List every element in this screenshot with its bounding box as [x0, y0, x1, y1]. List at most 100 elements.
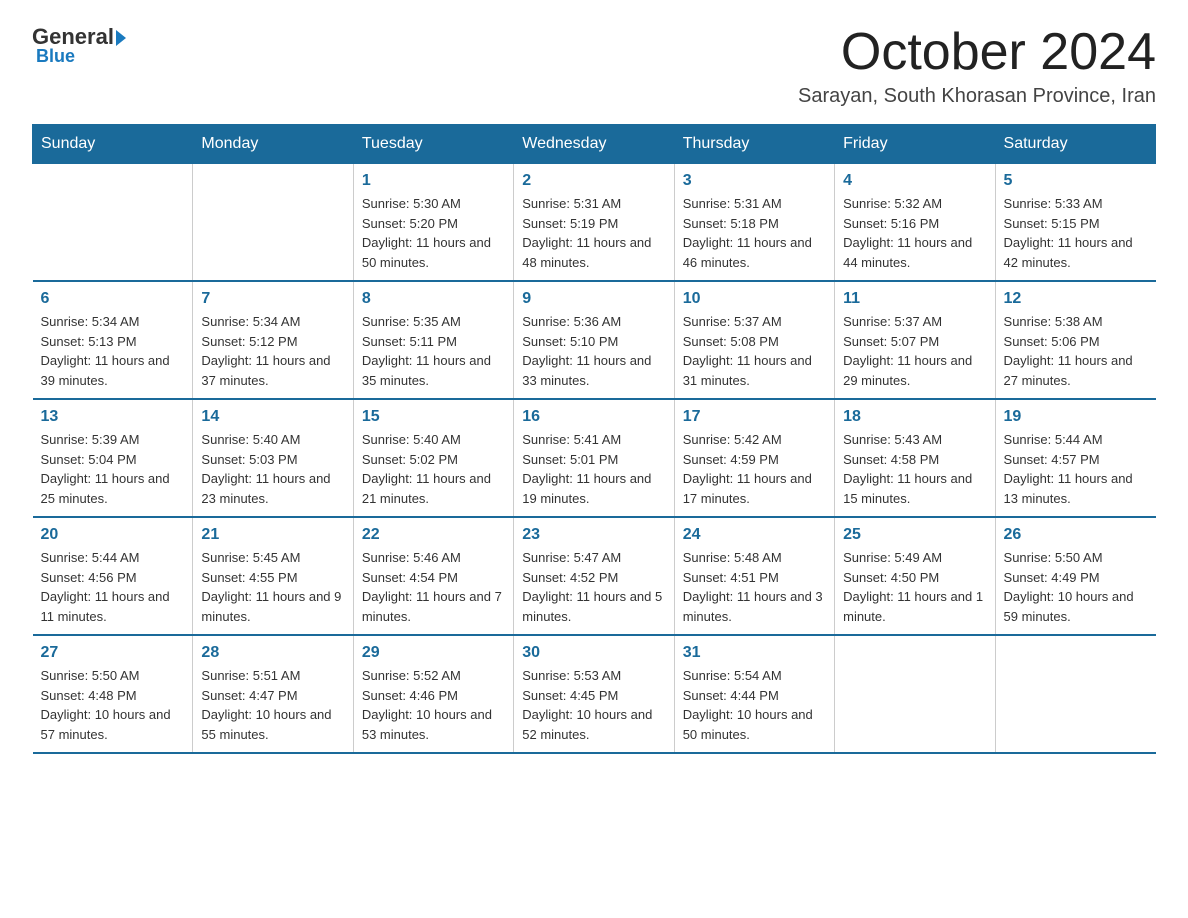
calendar-cell: 29 Sunrise: 5:52 AM Sunset: 4:46 PM Dayl… [353, 635, 513, 753]
calendar-cell: 22 Sunrise: 5:46 AM Sunset: 4:54 PM Dayl… [353, 517, 513, 635]
calendar-week-row: 1 Sunrise: 5:30 AM Sunset: 5:20 PM Dayli… [33, 164, 1156, 282]
calendar-cell: 3 Sunrise: 5:31 AM Sunset: 5:18 PM Dayli… [674, 164, 834, 282]
calendar-cell: 19 Sunrise: 5:44 AM Sunset: 4:57 PM Dayl… [995, 399, 1155, 517]
logo: General Blue [32, 24, 126, 67]
page-header: General Blue October 2024 Sarayan, South… [32, 24, 1156, 108]
calendar-cell [193, 164, 353, 282]
calendar-cell: 4 Sunrise: 5:32 AM Sunset: 5:16 PM Dayli… [835, 164, 995, 282]
day-number: 21 [201, 526, 344, 544]
day-info: Sunrise: 5:45 AM Sunset: 4:55 PM Dayligh… [201, 548, 344, 626]
weekday-header-thursday: Thursday [674, 125, 834, 164]
calendar-cell: 9 Sunrise: 5:36 AM Sunset: 5:10 PM Dayli… [514, 281, 674, 399]
day-number: 18 [843, 408, 986, 426]
calendar-cell [835, 635, 995, 753]
day-number: 22 [362, 526, 505, 544]
calendar-cell: 7 Sunrise: 5:34 AM Sunset: 5:12 PM Dayli… [193, 281, 353, 399]
day-info: Sunrise: 5:31 AM Sunset: 5:19 PM Dayligh… [522, 194, 665, 272]
day-info: Sunrise: 5:46 AM Sunset: 4:54 PM Dayligh… [362, 548, 505, 626]
day-info: Sunrise: 5:42 AM Sunset: 4:59 PM Dayligh… [683, 430, 826, 508]
day-info: Sunrise: 5:40 AM Sunset: 5:02 PM Dayligh… [362, 430, 505, 508]
day-info: Sunrise: 5:54 AM Sunset: 4:44 PM Dayligh… [683, 666, 826, 744]
day-info: Sunrise: 5:30 AM Sunset: 5:20 PM Dayligh… [362, 194, 505, 272]
day-number: 4 [843, 172, 986, 190]
calendar-week-row: 20 Sunrise: 5:44 AM Sunset: 4:56 PM Dayl… [33, 517, 1156, 635]
calendar-cell: 27 Sunrise: 5:50 AM Sunset: 4:48 PM Dayl… [33, 635, 193, 753]
day-number: 24 [683, 526, 826, 544]
day-number: 29 [362, 644, 505, 662]
day-number: 13 [41, 408, 185, 426]
calendar-cell: 31 Sunrise: 5:54 AM Sunset: 4:44 PM Dayl… [674, 635, 834, 753]
day-number: 23 [522, 526, 665, 544]
calendar-cell: 23 Sunrise: 5:47 AM Sunset: 4:52 PM Dayl… [514, 517, 674, 635]
day-info: Sunrise: 5:49 AM Sunset: 4:50 PM Dayligh… [843, 548, 986, 626]
day-number: 11 [843, 290, 986, 308]
calendar-week-row: 6 Sunrise: 5:34 AM Sunset: 5:13 PM Dayli… [33, 281, 1156, 399]
logo-arrow-icon [116, 30, 126, 46]
day-info: Sunrise: 5:40 AM Sunset: 5:03 PM Dayligh… [201, 430, 344, 508]
day-info: Sunrise: 5:38 AM Sunset: 5:06 PM Dayligh… [1004, 312, 1148, 390]
weekday-header-friday: Friday [835, 125, 995, 164]
day-number: 2 [522, 172, 665, 190]
calendar-cell: 28 Sunrise: 5:51 AM Sunset: 4:47 PM Dayl… [193, 635, 353, 753]
calendar-cell: 30 Sunrise: 5:53 AM Sunset: 4:45 PM Dayl… [514, 635, 674, 753]
calendar-cell: 15 Sunrise: 5:40 AM Sunset: 5:02 PM Dayl… [353, 399, 513, 517]
day-info: Sunrise: 5:53 AM Sunset: 4:45 PM Dayligh… [522, 666, 665, 744]
calendar-cell [33, 164, 193, 282]
day-number: 15 [362, 408, 505, 426]
day-info: Sunrise: 5:33 AM Sunset: 5:15 PM Dayligh… [1004, 194, 1148, 272]
day-number: 10 [683, 290, 826, 308]
day-info: Sunrise: 5:44 AM Sunset: 4:57 PM Dayligh… [1004, 430, 1148, 508]
calendar-cell: 14 Sunrise: 5:40 AM Sunset: 5:03 PM Dayl… [193, 399, 353, 517]
day-number: 6 [41, 290, 185, 308]
calendar-week-row: 13 Sunrise: 5:39 AM Sunset: 5:04 PM Dayl… [33, 399, 1156, 517]
calendar-cell: 16 Sunrise: 5:41 AM Sunset: 5:01 PM Dayl… [514, 399, 674, 517]
day-info: Sunrise: 5:41 AM Sunset: 5:01 PM Dayligh… [522, 430, 665, 508]
day-info: Sunrise: 5:37 AM Sunset: 5:07 PM Dayligh… [843, 312, 986, 390]
day-number: 1 [362, 172, 505, 190]
calendar-header-row: SundayMondayTuesdayWednesdayThursdayFrid… [33, 125, 1156, 164]
calendar-cell: 26 Sunrise: 5:50 AM Sunset: 4:49 PM Dayl… [995, 517, 1155, 635]
weekday-header-wednesday: Wednesday [514, 125, 674, 164]
day-number: 28 [201, 644, 344, 662]
weekday-header-saturday: Saturday [995, 125, 1155, 164]
page-title: October 2024 [798, 24, 1156, 81]
calendar-week-row: 27 Sunrise: 5:50 AM Sunset: 4:48 PM Dayl… [33, 635, 1156, 753]
calendar-cell [995, 635, 1155, 753]
calendar-cell: 17 Sunrise: 5:42 AM Sunset: 4:59 PM Dayl… [674, 399, 834, 517]
day-number: 9 [522, 290, 665, 308]
day-info: Sunrise: 5:50 AM Sunset: 4:48 PM Dayligh… [41, 666, 185, 744]
day-number: 14 [201, 408, 344, 426]
day-info: Sunrise: 5:34 AM Sunset: 5:13 PM Dayligh… [41, 312, 185, 390]
day-info: Sunrise: 5:50 AM Sunset: 4:49 PM Dayligh… [1004, 548, 1148, 626]
calendar-cell: 2 Sunrise: 5:31 AM Sunset: 5:19 PM Dayli… [514, 164, 674, 282]
calendar-cell: 12 Sunrise: 5:38 AM Sunset: 5:06 PM Dayl… [995, 281, 1155, 399]
calendar-cell: 5 Sunrise: 5:33 AM Sunset: 5:15 PM Dayli… [995, 164, 1155, 282]
calendar-cell: 13 Sunrise: 5:39 AM Sunset: 5:04 PM Dayl… [33, 399, 193, 517]
calendar-cell: 21 Sunrise: 5:45 AM Sunset: 4:55 PM Dayl… [193, 517, 353, 635]
day-number: 7 [201, 290, 344, 308]
day-info: Sunrise: 5:37 AM Sunset: 5:08 PM Dayligh… [683, 312, 826, 390]
day-number: 8 [362, 290, 505, 308]
day-info: Sunrise: 5:44 AM Sunset: 4:56 PM Dayligh… [41, 548, 185, 626]
day-info: Sunrise: 5:31 AM Sunset: 5:18 PM Dayligh… [683, 194, 826, 272]
calendar-cell: 6 Sunrise: 5:34 AM Sunset: 5:13 PM Dayli… [33, 281, 193, 399]
day-info: Sunrise: 5:48 AM Sunset: 4:51 PM Dayligh… [683, 548, 826, 626]
day-number: 25 [843, 526, 986, 544]
calendar-cell: 8 Sunrise: 5:35 AM Sunset: 5:11 PM Dayli… [353, 281, 513, 399]
day-info: Sunrise: 5:39 AM Sunset: 5:04 PM Dayligh… [41, 430, 185, 508]
logo-blue: Blue [36, 46, 75, 67]
day-info: Sunrise: 5:35 AM Sunset: 5:11 PM Dayligh… [362, 312, 505, 390]
weekday-header-monday: Monday [193, 125, 353, 164]
day-number: 12 [1004, 290, 1148, 308]
day-number: 16 [522, 408, 665, 426]
calendar-cell: 24 Sunrise: 5:48 AM Sunset: 4:51 PM Dayl… [674, 517, 834, 635]
calendar-cell: 25 Sunrise: 5:49 AM Sunset: 4:50 PM Dayl… [835, 517, 995, 635]
day-number: 3 [683, 172, 826, 190]
day-info: Sunrise: 5:43 AM Sunset: 4:58 PM Dayligh… [843, 430, 986, 508]
calendar-cell: 1 Sunrise: 5:30 AM Sunset: 5:20 PM Dayli… [353, 164, 513, 282]
calendar-cell: 18 Sunrise: 5:43 AM Sunset: 4:58 PM Dayl… [835, 399, 995, 517]
day-info: Sunrise: 5:34 AM Sunset: 5:12 PM Dayligh… [201, 312, 344, 390]
weekday-header-tuesday: Tuesday [353, 125, 513, 164]
day-number: 20 [41, 526, 185, 544]
day-number: 26 [1004, 526, 1148, 544]
